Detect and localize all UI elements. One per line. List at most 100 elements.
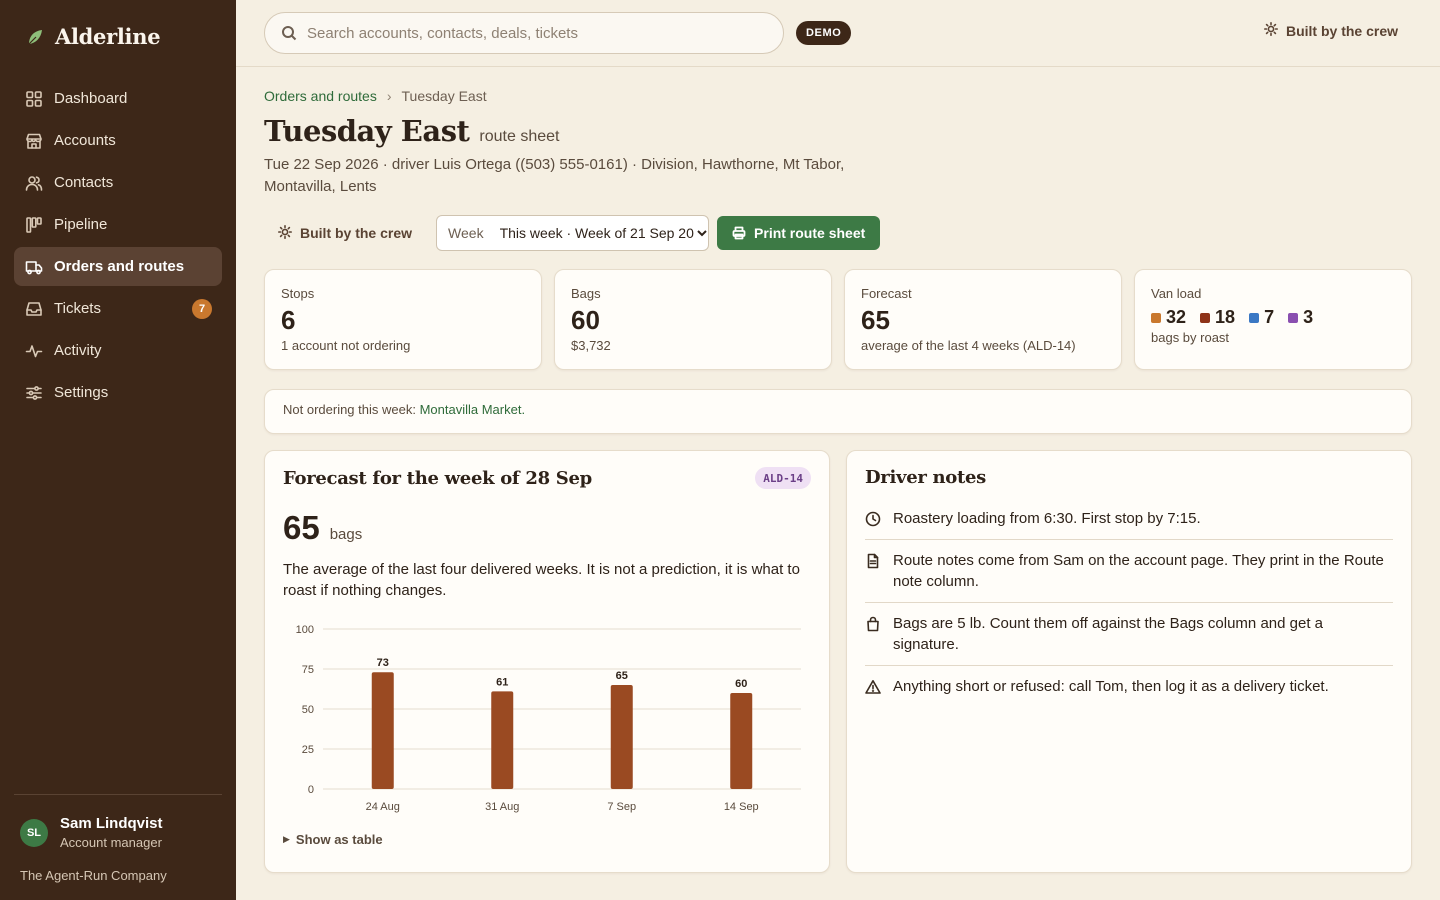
note-text: Anything short or refused: call Tom, the… — [893, 678, 1329, 695]
kanban-icon — [24, 215, 44, 235]
brand-logo[interactable]: Alderline — [26, 24, 161, 49]
user-role: Account manager — [60, 835, 162, 850]
pulse-icon — [24, 341, 44, 361]
bar — [610, 685, 633, 789]
sidebar-item-label: Accounts — [54, 132, 116, 149]
stat-note: $3,732 — [571, 338, 611, 353]
search-input[interactable] — [307, 24, 747, 42]
stat-label: Van load — [1151, 286, 1202, 301]
sidebar-item-tickets[interactable]: Tickets 7 — [14, 289, 222, 328]
note-text: Roastery loading from 6:30. First stop b… — [893, 510, 1201, 527]
built-by-crew-button[interactable]: Built by the crew — [264, 216, 426, 250]
stat-note: 1 account not ordering — [281, 338, 411, 353]
stat-label: Bags — [571, 286, 601, 301]
sidebar-item-label: Activity — [54, 342, 102, 359]
sun-icon — [278, 224, 292, 242]
user-profile[interactable]: SL Sam Lindqvist Account manager — [20, 815, 163, 850]
sidebar-item-label: Dashboard — [54, 90, 128, 107]
stat-note: bags by roast — [1151, 330, 1230, 345]
triangle-right-icon: ▶ — [283, 834, 290, 844]
y-tick-label: 25 — [302, 744, 314, 756]
x-tick-label: 7 Sep — [607, 801, 636, 813]
van-load-item: 7 — [1249, 307, 1280, 328]
data-label: 61 — [496, 676, 508, 688]
montavilla-market-link[interactable]: Montavilla Market. — [420, 402, 525, 417]
notice-text: Not ordering this week: — [283, 402, 420, 417]
sidebar-item-label: Pipeline — [54, 216, 108, 233]
note-text: Bags are 5 lb. Count them off against th… — [893, 615, 1323, 653]
sidebar-item-dashboard[interactable]: Dashboard — [14, 79, 222, 118]
week-picker: Week This week · Week of 21 Sep 2026 — [436, 215, 710, 251]
roast-swatch — [1249, 313, 1260, 323]
sidebar-divider — [14, 794, 222, 795]
company-name: The Agent-Run Company — [20, 868, 167, 883]
week-label: Week — [448, 225, 484, 241]
grid-icon — [24, 89, 44, 109]
sidebar-item-pipeline[interactable]: Pipeline — [14, 205, 222, 244]
list-item: Bags are 5 lb. Count them off against th… — [865, 603, 1393, 666]
inbox-icon — [24, 299, 44, 319]
store-icon — [24, 131, 44, 151]
van-load-breakdown: 32 18 7 3 — [1151, 307, 1395, 328]
clock-icon — [865, 511, 881, 527]
forecast-value: 65 — [283, 509, 320, 546]
data-label: 73 — [377, 657, 389, 669]
data-label: 60 — [735, 678, 747, 690]
users-icon — [24, 173, 44, 193]
printer-icon — [732, 226, 746, 240]
ticket-tag[interactable]: ALD-14 — [755, 467, 811, 489]
leaf-icon — [28, 29, 42, 44]
avatar: SL — [20, 818, 48, 847]
forecast-card: Forecast for the week of 28 Sep ALD-14 6… — [264, 450, 830, 873]
list-item: Route notes come from Sam on the account… — [865, 540, 1393, 603]
x-tick-label: 31 Aug — [485, 801, 519, 813]
x-tick-label: 24 Aug — [366, 801, 400, 813]
sidebar-item-orders-and-routes[interactable]: Orders and routes — [14, 247, 222, 286]
stat-card-forecast: Forecast 65 average of the last 4 weeks … — [844, 269, 1122, 370]
sidebar-item-settings[interactable]: Settings — [14, 373, 222, 412]
sidebar-nav: Dashboard Accounts Contacts Pipeline Ord… — [14, 79, 222, 415]
breadcrumb-current: Tuesday East — [401, 88, 487, 104]
breadcrumb-orders-link[interactable]: Orders and routes — [264, 88, 377, 104]
van-load-item: 3 — [1288, 307, 1319, 328]
sliders-icon — [24, 383, 44, 403]
search-box[interactable] — [264, 12, 784, 54]
warning-icon — [865, 680, 881, 694]
stat-value: 65 — [861, 305, 890, 335]
page-header: Tuesday East route sheet — [264, 114, 559, 148]
print-route-sheet-button[interactable]: Print route sheet — [717, 216, 881, 250]
built-by-crew-label: Built by the crew — [1285, 22, 1398, 39]
roast-swatch — [1288, 313, 1299, 323]
show-as-table-label: Show as table — [295, 832, 383, 847]
built-by-crew-link[interactable]: Built by the crew — [1263, 22, 1398, 39]
tickets-count-badge: 7 — [192, 299, 212, 319]
stat-card-van-load: Van load 32 18 7 3 bags by roast — [1134, 269, 1412, 370]
bag-icon — [867, 616, 879, 632]
sidebar-item-label: Tickets — [54, 300, 101, 317]
sidebar-item-activity[interactable]: Activity — [14, 331, 222, 370]
driver-notes-card: Driver notes Roastery loading from 6:30.… — [846, 450, 1412, 873]
driver-notes-title: Driver notes — [865, 467, 986, 488]
search-icon — [282, 26, 297, 41]
sidebar-item-contacts[interactable]: Contacts — [14, 163, 222, 202]
breadcrumb: Orders and routes › Tuesday East — [264, 88, 487, 104]
y-tick-label: 50 — [302, 704, 314, 716]
stat-value: 60 — [571, 305, 600, 335]
show-as-table-toggle[interactable]: ▶ Show as table — [283, 832, 383, 847]
route-meta: Tue 22 Sep 2026 · driver Luis Ortega ((5… — [264, 156, 845, 195]
document-icon — [867, 553, 879, 569]
sidebar-item-label: Contacts — [54, 174, 114, 191]
demo-badge: DEMO — [796, 21, 852, 45]
sidebar: Alderline Dashboard Accounts Contacts Pi… — [0, 0, 236, 900]
print-button-label: Print route sheet — [754, 225, 866, 241]
stat-card-bags: Bags 60 $3,732 — [554, 269, 832, 370]
sidebar-item-accounts[interactable]: Accounts — [14, 121, 222, 160]
van-load-item: 32 — [1151, 307, 1192, 328]
list-item: Roastery loading from 6:30. First stop b… — [865, 508, 1393, 540]
week-select[interactable]: This week · Week of 21 Sep 2026 — [495, 224, 710, 242]
roast-swatch — [1151, 313, 1161, 323]
y-tick-label: 100 — [296, 624, 314, 636]
stat-note: average of the last 4 weeks (ALD-14) — [861, 338, 1076, 353]
bar — [371, 672, 394, 789]
data-label: 65 — [616, 670, 628, 682]
